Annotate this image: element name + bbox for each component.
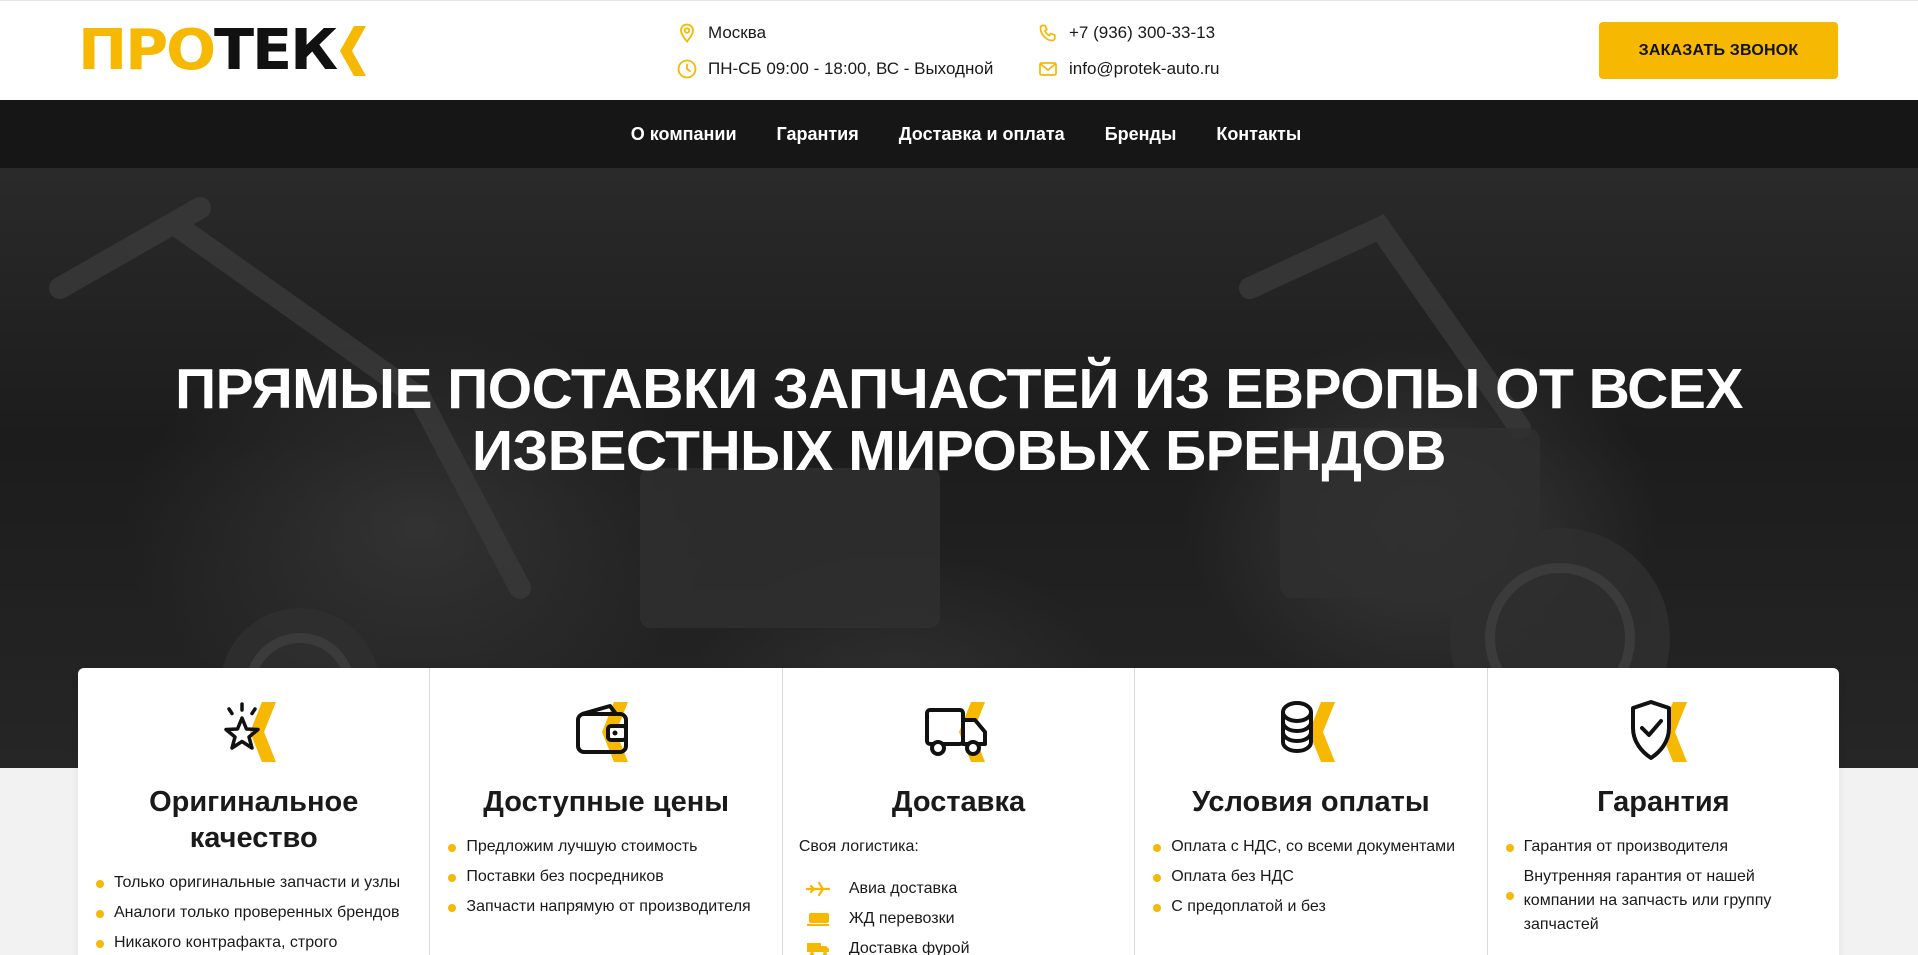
map-pin-icon [676, 22, 698, 44]
feature-list: Предложим лучшую стоимость Поставки без … [444, 832, 767, 922]
list-item: Аналоги только проверенных брендов [94, 898, 415, 928]
main-nav: О компании Гарантия Доставка и оплата Бр… [0, 100, 1918, 168]
email-link[interactable]: info@protek-auto.ru [1037, 58, 1220, 80]
list-item: Только оригинальные запчасти и узлы [94, 868, 415, 898]
feature-title: Оригинальное качество [92, 784, 415, 856]
list-item-label: ЖД перевозки [848, 910, 955, 927]
phone-text: +7 (936) 300-33-13 [1069, 23, 1216, 42]
coins-icon [1280, 701, 1335, 762]
nav-item-about[interactable]: О компании [631, 124, 737, 145]
list-item: ЖД перевозки [799, 904, 1120, 934]
hero-title-line-2: ИЗВЕСТНЫХ МИРОВЫХ БРЕНДОВ [472, 419, 1446, 483]
logistics-intro: Своя логистика: [798, 838, 919, 855]
logo-chevron-icon [339, 26, 366, 76]
list-item: С предоплатой и без [1151, 892, 1472, 922]
plane-icon [805, 881, 830, 897]
features-panel: Оригинальное качество Только оригинальные… [78, 668, 1839, 955]
city-text: Москва [708, 23, 767, 42]
feature-title: Условия оплаты [1192, 786, 1430, 818]
list-item: Запчасти напрямую от производителя [446, 892, 767, 922]
shield-check-icon [1631, 700, 1688, 762]
truck-small-icon [806, 943, 829, 955]
list-item: Предложим лучшую стоимость [446, 832, 767, 862]
feature-title: Доступные цены [483, 786, 729, 818]
feature-card-warranty: Гарантия Гарантия от производителя Внутр… [1488, 668, 1839, 955]
list-item: Внутренняя гарантия от нашей компании на… [1504, 862, 1825, 937]
feature-list: Оплата с НДС, со всеми документами Оплат… [1149, 832, 1472, 922]
hero-title: ПРЯМЫЕ ПОСТАВКИ ЗАПЧАСТЕЙ ИЗ ЕВРОПЫ ОТ В… [0, 358, 1918, 482]
nav-item-delivery[interactable]: Доставка и оплата [899, 124, 1065, 145]
site-header: ПРОТЕК Москва ПН-СБ 09:00 - 18:00, ВС - … [0, 0, 1918, 100]
train-icon [806, 913, 829, 926]
feature-card-payment: Условия оплаты Оплата с НДС, со всеми до… [1135, 668, 1488, 955]
list-item: Авиа доставка [799, 874, 1120, 904]
list-item-label: Доставка фурой [848, 940, 970, 955]
nav-item-warranty[interactable]: Гарантия [777, 124, 859, 145]
list-item: Никакого контрафакта, строго [94, 928, 415, 955]
phone-link[interactable]: +7 (936) 300-33-13 [1037, 22, 1215, 44]
list-item: Оплата с НДС, со всеми документами [1151, 832, 1472, 862]
order-call-button[interactable]: ЗАКАЗАТЬ ЗВОНОК [1599, 22, 1838, 79]
feature-list: Гарантия от производителя Внутренняя гар… [1502, 832, 1825, 937]
phone-icon [1037, 22, 1059, 44]
logo-part-1: ПРО [78, 18, 216, 83]
email-text: info@protek-auto.ru [1069, 59, 1220, 78]
list-item: Гарантия от производителя [1504, 832, 1825, 862]
feature-list: Авиа доставка ЖД перевозки Доставка фуро… [797, 874, 1120, 955]
location: Москва [676, 22, 766, 44]
star-icon [223, 702, 276, 762]
feature-card-prices: Доступные цены Предложим лучшую стоимост… [430, 668, 783, 955]
logo-wordmark: ПРОТЕК [78, 23, 338, 79]
feature-title-line-1: Оригинальное [149, 786, 359, 818]
truck-icon [924, 702, 987, 762]
feature-title: Доставка [891, 786, 1026, 818]
list-item: Поставки без посредников [446, 862, 767, 892]
clock-icon [676, 58, 698, 80]
feature-list: Только оригинальные запчасти и узлы Анал… [92, 868, 415, 955]
hours-text: ПН-СБ 09:00 - 18:00, ВС - Выходной [708, 59, 994, 78]
hero-title-line-1: ПРЯМЫЕ ПОСТАВКИ ЗАПЧАСТЕЙ ИЗ ЕВРОПЫ ОТ В… [175, 357, 1743, 421]
nav-item-brands[interactable]: Бренды [1105, 124, 1177, 145]
logo-part-2: ТЕК [213, 18, 338, 83]
wallet-icon [576, 702, 629, 762]
nav-item-contacts[interactable]: Контакты [1216, 124, 1301, 145]
logo[interactable]: ПРОТЕК [78, 23, 366, 79]
list-item: Доставка фурой [799, 934, 1120, 955]
feature-card-quality: Оригинальное качество Только оригинальные… [78, 668, 431, 955]
list-item-label: Авиа доставка [848, 880, 958, 897]
feature-title-line-2: качество [189, 822, 318, 854]
list-item: Оплата без НДС [1151, 862, 1472, 892]
working-hours: ПН-СБ 09:00 - 18:00, ВС - Выходной [676, 58, 993, 80]
feature-card-delivery: Доставка Своя логистика: Авиа доставка Ж… [783, 668, 1136, 955]
mail-icon [1037, 58, 1059, 80]
feature-title: Гарантия [1597, 786, 1730, 818]
